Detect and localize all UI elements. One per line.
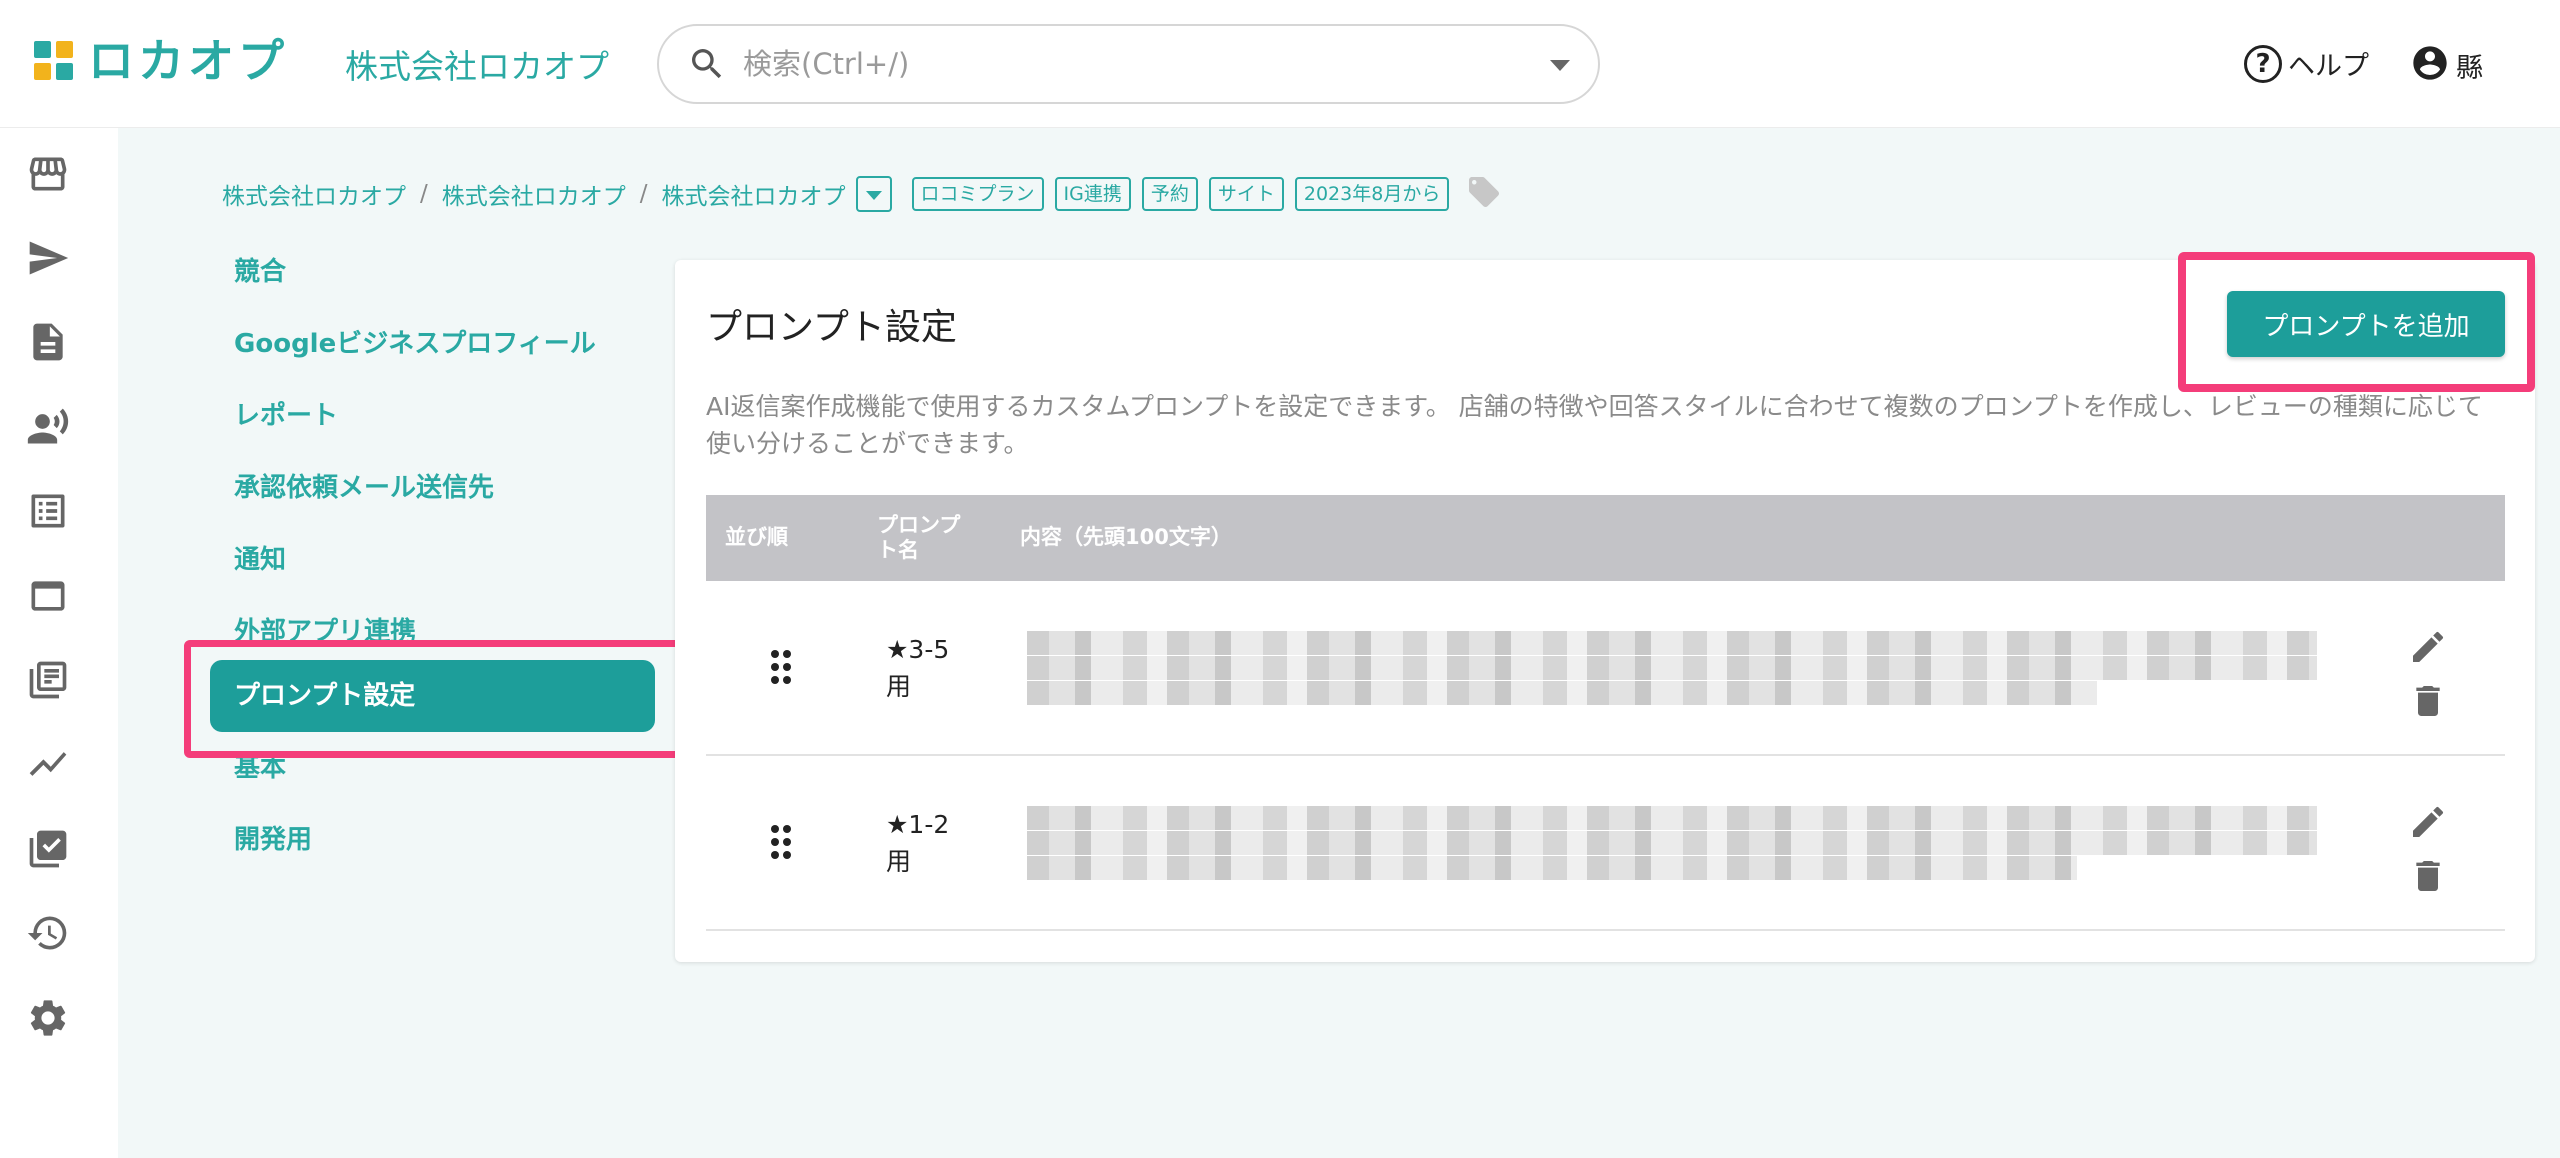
- library-icon[interactable]: [26, 658, 70, 702]
- delete-icon[interactable]: [2408, 856, 2448, 896]
- send-icon[interactable]: [26, 236, 70, 280]
- settings-nav-external-apps[interactable]: 外部アプリ連携: [210, 596, 655, 668]
- breadcrumb: 株式会社ロカオプ / 株式会社ロカオプ / 株式会社ロカオプ ロコミプラン IG…: [222, 174, 1502, 214]
- search-box[interactable]: [657, 24, 1600, 104]
- table-row: ★3-5用: [706, 581, 2505, 756]
- breadcrumb-item[interactable]: 株式会社ロカオプ: [662, 177, 846, 211]
- settings-nav-development[interactable]: 開発用: [210, 804, 655, 876]
- column-header-content: 内容（先頭100文字）: [1020, 525, 1232, 549]
- app-logo[interactable]: ロカオプ: [34, 38, 288, 84]
- settings-nav-competitors[interactable]: 競合: [210, 236, 655, 308]
- edit-icon[interactable]: [2408, 802, 2448, 842]
- store-icon[interactable]: [26, 152, 70, 196]
- gear-icon[interactable]: [26, 996, 70, 1040]
- history-icon[interactable]: [26, 911, 70, 955]
- voice-person-icon[interactable]: [26, 405, 70, 449]
- help-label: ヘルプ: [2288, 51, 2369, 82]
- document-icon[interactable]: [26, 320, 70, 364]
- settings-nav-basic[interactable]: 基本: [210, 732, 655, 804]
- help-icon: ?: [2244, 44, 2282, 83]
- plan-tag: ロコミプラン: [911, 176, 1044, 212]
- edit-icon[interactable]: [2408, 627, 2448, 667]
- search-icon: [687, 44, 727, 88]
- prompt-name: ★3-5用: [886, 635, 950, 701]
- breadcrumb-item[interactable]: 株式会社ロカオプ: [442, 177, 626, 211]
- settings-nav-report[interactable]: レポート: [210, 380, 655, 452]
- settings-nav-prompt-settings[interactable]: プロンプト設定: [210, 660, 655, 732]
- trend-line-icon[interactable]: [26, 742, 70, 786]
- delete-icon[interactable]: [2408, 681, 2448, 721]
- logo-text: ロカオプ: [88, 34, 288, 88]
- user-menu[interactable]: 縣: [2410, 43, 2483, 87]
- account-circle-icon: [2410, 43, 2450, 87]
- breadcrumb-item[interactable]: 株式会社ロカオプ: [222, 177, 406, 211]
- help-link[interactable]: ? ヘルプ: [2244, 44, 2369, 83]
- settings-nav-approval-email[interactable]: 承認依頼メール送信先: [210, 452, 655, 524]
- page-title: プロンプト設定: [706, 307, 957, 348]
- plan-tag: IG連携: [1054, 176, 1131, 212]
- settings-nav-google-business-profile[interactable]: Googleビジネスプロフィール: [210, 308, 655, 380]
- breadcrumb-separator: /: [420, 181, 428, 207]
- window-icon[interactable]: [26, 574, 70, 618]
- top-header: ロカオプ 株式会社ロカオプ ? ヘルプ 縣: [0, 0, 2560, 128]
- drag-handle-icon[interactable]: [766, 647, 796, 687]
- tag-icon[interactable]: [1466, 174, 1502, 214]
- company-name: 株式会社ロカオプ: [345, 47, 609, 86]
- drag-handle-icon[interactable]: [766, 822, 796, 862]
- column-header-order: 並び順: [725, 525, 788, 549]
- search-input[interactable]: [743, 40, 1503, 88]
- card-description: AI返信案作成機能で使用するカスタムプロンプトを設定できます。 店舗の特徴や回答…: [706, 392, 2483, 458]
- blurred-content: [1027, 631, 2317, 706]
- column-header-name: プロンプト名: [877, 513, 961, 562]
- left-rail: [0, 128, 118, 1158]
- add-prompt-button[interactable]: プロンプトを追加: [2227, 291, 2505, 357]
- plan-tag: サイト: [1208, 176, 1284, 212]
- store-select-dropdown-icon[interactable]: [855, 176, 892, 212]
- breadcrumb-separator: /: [639, 181, 648, 207]
- blurred-content: [1027, 806, 2317, 881]
- logo-mark-icon: [34, 41, 74, 81]
- plan-tag: 2023年8月から: [1294, 176, 1450, 212]
- user-name: 縣: [2456, 52, 2483, 84]
- checklist-icon[interactable]: [26, 827, 70, 871]
- search-dropdown-icon[interactable]: [1550, 60, 1570, 71]
- plan-tag: 予約: [1141, 176, 1198, 212]
- list-icon[interactable]: [26, 489, 70, 533]
- prompt-settings-card: プロンプト設定 プロンプトを追加 AI返信案作成機能で使用するカスタムプロンプト…: [675, 260, 2535, 962]
- settings-nav-notifications[interactable]: 通知: [210, 524, 655, 596]
- prompt-name: ★1-2用: [886, 810, 950, 876]
- table-row: ★1-2用: [706, 756, 2505, 931]
- table-header: 並び順 プロンプト名 内容（先頭100文字）: [706, 495, 2505, 581]
- plan-tags: ロコミプラン IG連携 予約 サイト 2023年8月から: [911, 174, 1503, 214]
